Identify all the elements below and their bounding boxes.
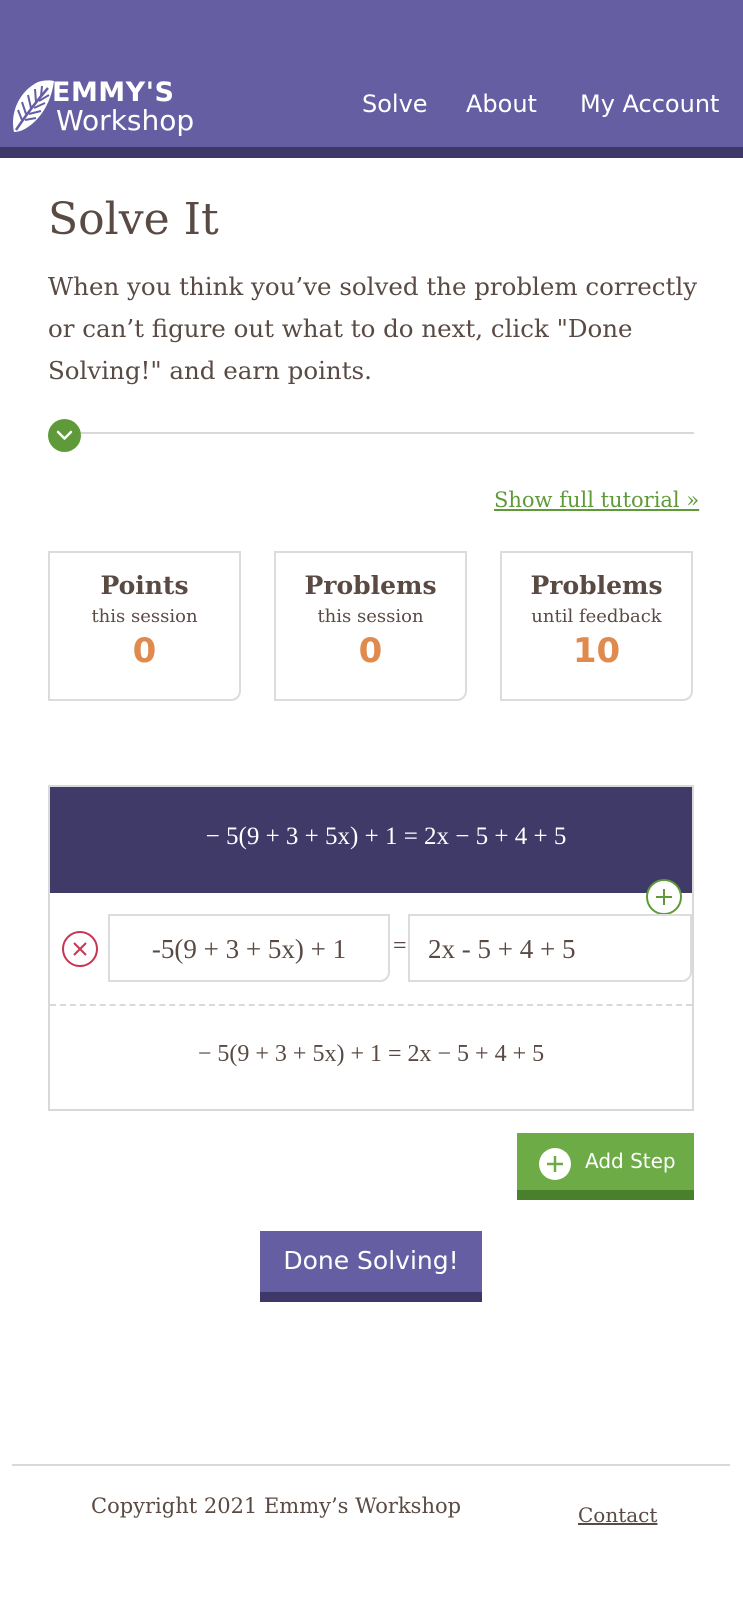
plus-circle-icon (539, 1148, 571, 1180)
problem-header: − 5(9 + 3 + 5x) + 1 = 2x − 5 + 4 + 5 (50, 787, 692, 893)
footer-divider (12, 1464, 730, 1466)
insert-step-button[interactable] (646, 879, 682, 915)
plus-circle-icon (656, 889, 672, 905)
equals-sign: = (393, 933, 407, 959)
nav-solve[interactable]: Solve (362, 90, 428, 118)
progress-track (66, 432, 694, 434)
remove-x-icon (73, 942, 87, 956)
stat-card-problems-session: Problems this session 0 (274, 551, 467, 701)
site-header: EMMY'S Workshop Solve About My Account (0, 0, 743, 158)
remove-step-button[interactable] (62, 931, 98, 967)
logo-text-bottom: Workshop (56, 104, 195, 137)
add-step-label: Add Step (585, 1149, 676, 1173)
step-right-input[interactable]: 2x - 5 + 4 + 5 (408, 914, 692, 982)
stat-card-problems-feedback: Problems until feedback 10 (500, 551, 693, 701)
intro-text: When you think you’ve solved the problem… (48, 272, 698, 385)
add-step-button[interactable]: Add Step (517, 1133, 694, 1200)
check-circle-icon (56, 430, 73, 440)
step-divider (50, 1004, 692, 1006)
progress-step-marker[interactable] (48, 419, 81, 452)
solver-panel: − 5(9 + 3 + 5x) + 1 = 2x − 5 + 4 + 5 -5(… (48, 785, 694, 1111)
stat-value: 10 (572, 631, 621, 671)
step-left-input[interactable]: -5(9 + 3 + 5x) + 1 (108, 914, 390, 982)
stat-value: 0 (132, 631, 157, 671)
stat-title: Problems (530, 571, 663, 600)
contact-link[interactable]: Contact (578, 1503, 657, 1527)
stat-subtitle: this session (317, 606, 424, 627)
done-solving-button[interactable]: Done Solving! (260, 1231, 482, 1302)
page-title: Solve It (48, 194, 219, 245)
copyright-text: Copyright 2021 Emmy’s Workshop (91, 1494, 462, 1518)
stat-card-points: Points this session 0 (48, 551, 241, 701)
problem-equation: − 5(9 + 3 + 5x) + 1 = 2x − 5 + 4 + 5 (205, 823, 567, 850)
site-logo[interactable]: EMMY'S Workshop (8, 78, 223, 140)
step-preview: − 5(9 + 3 + 5x) + 1 = 2x − 5 + 4 + 5 (197, 1041, 545, 1067)
nav-my-account[interactable]: My Account (580, 90, 719, 118)
nav-about[interactable]: About (466, 90, 537, 118)
stat-title: Problems (304, 571, 437, 600)
show-tutorial-link[interactable]: Show full tutorial » (494, 488, 699, 512)
stat-title: Points (100, 571, 189, 600)
stat-subtitle: this session (91, 606, 198, 627)
stat-subtitle: until feedback (531, 606, 662, 627)
stat-value: 0 (358, 631, 383, 671)
header-bottom-bar (0, 147, 743, 158)
